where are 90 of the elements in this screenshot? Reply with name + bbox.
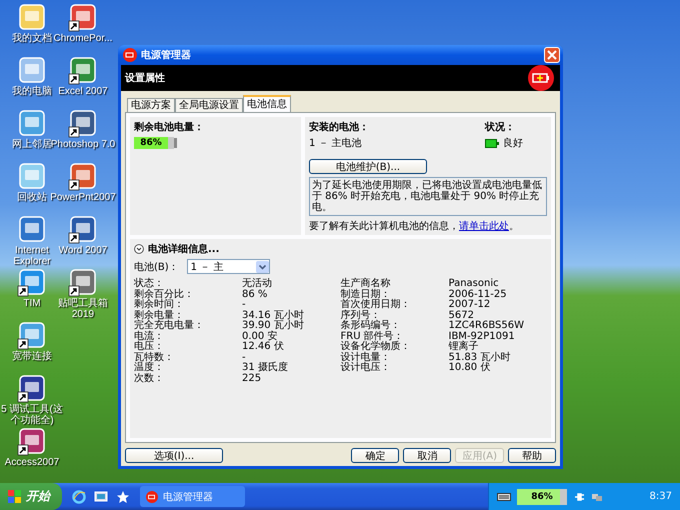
taskbar-button[interactable]: 电源管理器 — [140, 486, 245, 507]
power-plug-icon[interactable] — [573, 490, 585, 502]
detail-label: FRU 部件号： — [340, 332, 405, 342]
battery-dropdown[interactable]: 1 － 主 — [186, 259, 270, 274]
detail-value: 34.16 瓦小时 — [242, 310, 305, 320]
detail-label: 次数： — [134, 374, 165, 384]
desktop-icon-label[interactable]: ChromePor... — [54, 33, 112, 44]
detail-value: 0.00 安 — [242, 332, 278, 342]
detail-value: 39.90 瓦小时 — [242, 321, 305, 331]
desktop-icon-label[interactable]: 我的电脑 — [12, 86, 52, 97]
desktop-icon-label[interactable]: Excel 2007 — [58, 86, 108, 97]
detail-label: 剩余电量： — [134, 310, 184, 320]
detail-label: 设计电压： — [340, 363, 392, 374]
desktop-icon[interactable] — [94, 490, 108, 504]
battery-maintenance-button[interactable]: 电池维护(B)... — [309, 159, 427, 174]
detail-label: 生产商名称 — [340, 279, 392, 289]
desktop-icon-label[interactable]: 回收站 — [17, 192, 47, 203]
detail-label: 完全充电电量： — [134, 321, 205, 331]
tray-battery-percent: 86% — [531, 492, 553, 502]
options-button[interactable]: 选项(I)... — [125, 448, 223, 463]
windows-logo-icon — [8, 490, 22, 504]
battery-app-icon — [146, 490, 158, 502]
detail-label: 设备化学物质： — [340, 342, 412, 352]
desktop-icon-label[interactable]: PowerPnt2007 — [50, 192, 116, 203]
clock: 8:37 — [650, 491, 672, 502]
detail-label: 序列号： — [340, 310, 380, 320]
battery-terminal — [174, 138, 177, 148]
detail-value: 锂离子 — [448, 342, 480, 352]
keyboard-icon[interactable] — [497, 492, 511, 502]
battery-app-icon — [123, 48, 137, 62]
status-label: 状况： — [485, 120, 516, 134]
charge-label: 剩余电池电量： — [134, 120, 205, 134]
installed-label: 安装的电池： — [309, 120, 370, 134]
desktop-icon-label[interactable]: Photoshop 7.0 — [50, 139, 116, 150]
detail-value: IBM-92P1091 — [448, 332, 516, 342]
window-title: 电源管理器 — [141, 48, 192, 62]
detail-value: 12.46 伏 — [242, 342, 285, 352]
desktop-icon-label[interactable]: TIM — [23, 298, 41, 309]
info-text: 要了解有关此计算机电池的信息，请单击此处。 — [309, 220, 520, 233]
detail-label: 状态： — [134, 279, 165, 289]
desktop-icon-label[interactable]: 我的文档 — [12, 33, 52, 44]
detail-label: 电流： — [134, 332, 165, 342]
tab[interactable]: 电源方案 — [127, 98, 175, 112]
detail-value: 10.80 伏 — [448, 363, 492, 374]
tab[interactable]: 电池信息 — [243, 95, 291, 112]
detail-value: 31 摄氏度 — [242, 363, 289, 374]
detail-label: 条形码编号： — [340, 321, 402, 331]
dialog-button[interactable]: 取消 — [403, 448, 452, 463]
header-title: 设置属性 — [125, 72, 165, 85]
close-button[interactable] — [544, 47, 560, 63]
detail-value: 2006-11-25 — [448, 290, 508, 300]
detail-label: 制造日期： — [340, 290, 390, 300]
detail-label: 设计电量： — [340, 352, 392, 362]
desktop-icon-label[interactable]: 5 调试工具(这个功能全) — [0, 404, 64, 426]
desktop-icon-label[interactable]: Access2007 — [4, 457, 60, 468]
desktop-icon-label[interactable]: 贴吧工具箱2019 — [49, 298, 117, 320]
charge-note: 为了延长电池使用期限，已将电池设置成电池电量低于 86% 时开始充电，电池电量处于 90% 时停止充电。 — [309, 177, 547, 216]
detail-label: 首次使用日期： — [340, 300, 412, 310]
dialog-button[interactable]: 帮助 — [508, 448, 556, 463]
battery-charge-icon — [528, 65, 554, 91]
detail-value: 2007-12 — [448, 300, 492, 310]
details-title: 电池详细信息... — [148, 242, 220, 256]
detail-value: Panasonic — [448, 279, 500, 290]
desktop-icon-label[interactable]: Word 2007 — [58, 245, 108, 256]
desktop-icon-label[interactable]: 宽带连接 — [12, 351, 52, 362]
dialog-button[interactable]: 确定 — [351, 448, 400, 463]
detail-label: 温度： — [134, 363, 165, 373]
start-button[interactable]: 开始 — [0, 483, 62, 510]
status-value: 良好 — [503, 136, 523, 150]
desktop-icon-label[interactable]: 网上邻居 — [12, 139, 52, 150]
info-link[interactable]: 请单击此处 — [459, 221, 509, 232]
battery-select-label: 电池(B)： — [134, 260, 179, 274]
battery-percent: 86% — [139, 138, 163, 148]
detail-label: 电压： — [134, 342, 165, 352]
detail-value: 1ZC4R6BS56W — [448, 321, 526, 332]
detail-label: 剩余时间： — [134, 300, 185, 310]
detail-value: - — [242, 300, 247, 310]
tab[interactable]: 全局电源设置 — [175, 98, 243, 112]
battery-good-icon — [485, 138, 499, 148]
collapse-icon[interactable] — [134, 244, 144, 254]
battery-name: 1 － 主电池 — [309, 136, 363, 150]
tray-battery-meter[interactable]: 86% — [517, 488, 567, 504]
detail-value: 51.83 瓦小时 — [448, 352, 512, 362]
detail-value: 无活动 — [242, 279, 273, 290]
detail-label: 剩余百分比： — [134, 290, 195, 300]
detail-value: 5672 — [448, 310, 475, 320]
detail-label: 瓦特数： — [134, 352, 175, 362]
detail-value: 86 % — [242, 290, 268, 300]
detail-value: - — [242, 352, 247, 362]
detail-value: 225 — [242, 374, 262, 384]
